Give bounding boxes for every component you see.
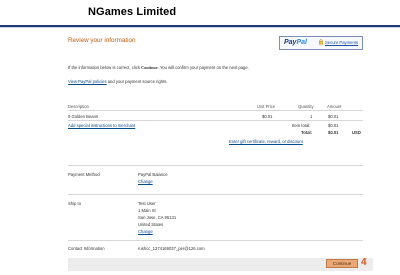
secure-payments-link[interactable]: Secure Payments [325,40,358,45]
col-header-description: Description [68,104,89,109]
ship-to-address-line2: San Jose, CA 95131 [138,215,177,220]
special-instructions-link[interactable]: Add special instructions to merchant [68,123,135,128]
ship-to-label: Ship to [68,201,82,206]
policies-line: View PayPal policies and your payment so… [68,79,168,84]
lock-icon [319,39,323,45]
col-header-quantity: Quantity [298,104,314,109]
payment-method-label: Payment Method [68,172,100,177]
paypal-policies-link[interactable]: View PayPal policies [68,79,107,84]
section-divider-ship [68,194,363,195]
total-value: $0.01 [328,130,339,135]
ship-to-country: United States [138,222,164,227]
currency-code: USD [352,130,361,135]
item-total-value: $0.01 [328,123,339,128]
header-divider-shadow [0,27,400,28]
col-header-amount: Amount [327,104,342,109]
gift-certificate-link[interactable]: Enter gift certificate, reward, or disco… [229,139,303,144]
merchant-name: NGames Limited [88,6,177,18]
item-description: 0 Golden Beans [68,114,99,119]
paypal-logo: PayPal [284,39,307,46]
section-divider-payment [68,165,363,166]
contact-label: Contact Information [68,246,105,251]
item-amount: $0.01 [328,114,339,119]
item-total-label: Item total: [292,123,311,128]
item-unit-price: $0.01 [262,114,273,119]
total-label: Total: [301,130,313,135]
item-quantity: 1 [310,114,313,119]
col-header-unit-price: Unit Price [257,104,276,109]
contact-email: rushcc_1274169037_per@126.com [138,246,205,251]
change-payment-link[interactable]: Change [138,179,153,184]
table-header-divider [68,110,363,111]
item-row-divider [68,120,363,121]
step-number: 4 [361,257,367,268]
change-shipping-link[interactable]: Change [138,229,153,234]
continue-button[interactable]: Continue [326,259,358,268]
ship-to-address-line1: 1 Main St [138,208,156,213]
ship-to-name: Test User [138,201,156,206]
intro-text: If the information below is correct, cli… [68,65,249,70]
section-divider-contact [68,240,363,241]
page-title: Review your information [68,37,136,44]
payment-method-value: PayPal Balance [138,172,168,177]
